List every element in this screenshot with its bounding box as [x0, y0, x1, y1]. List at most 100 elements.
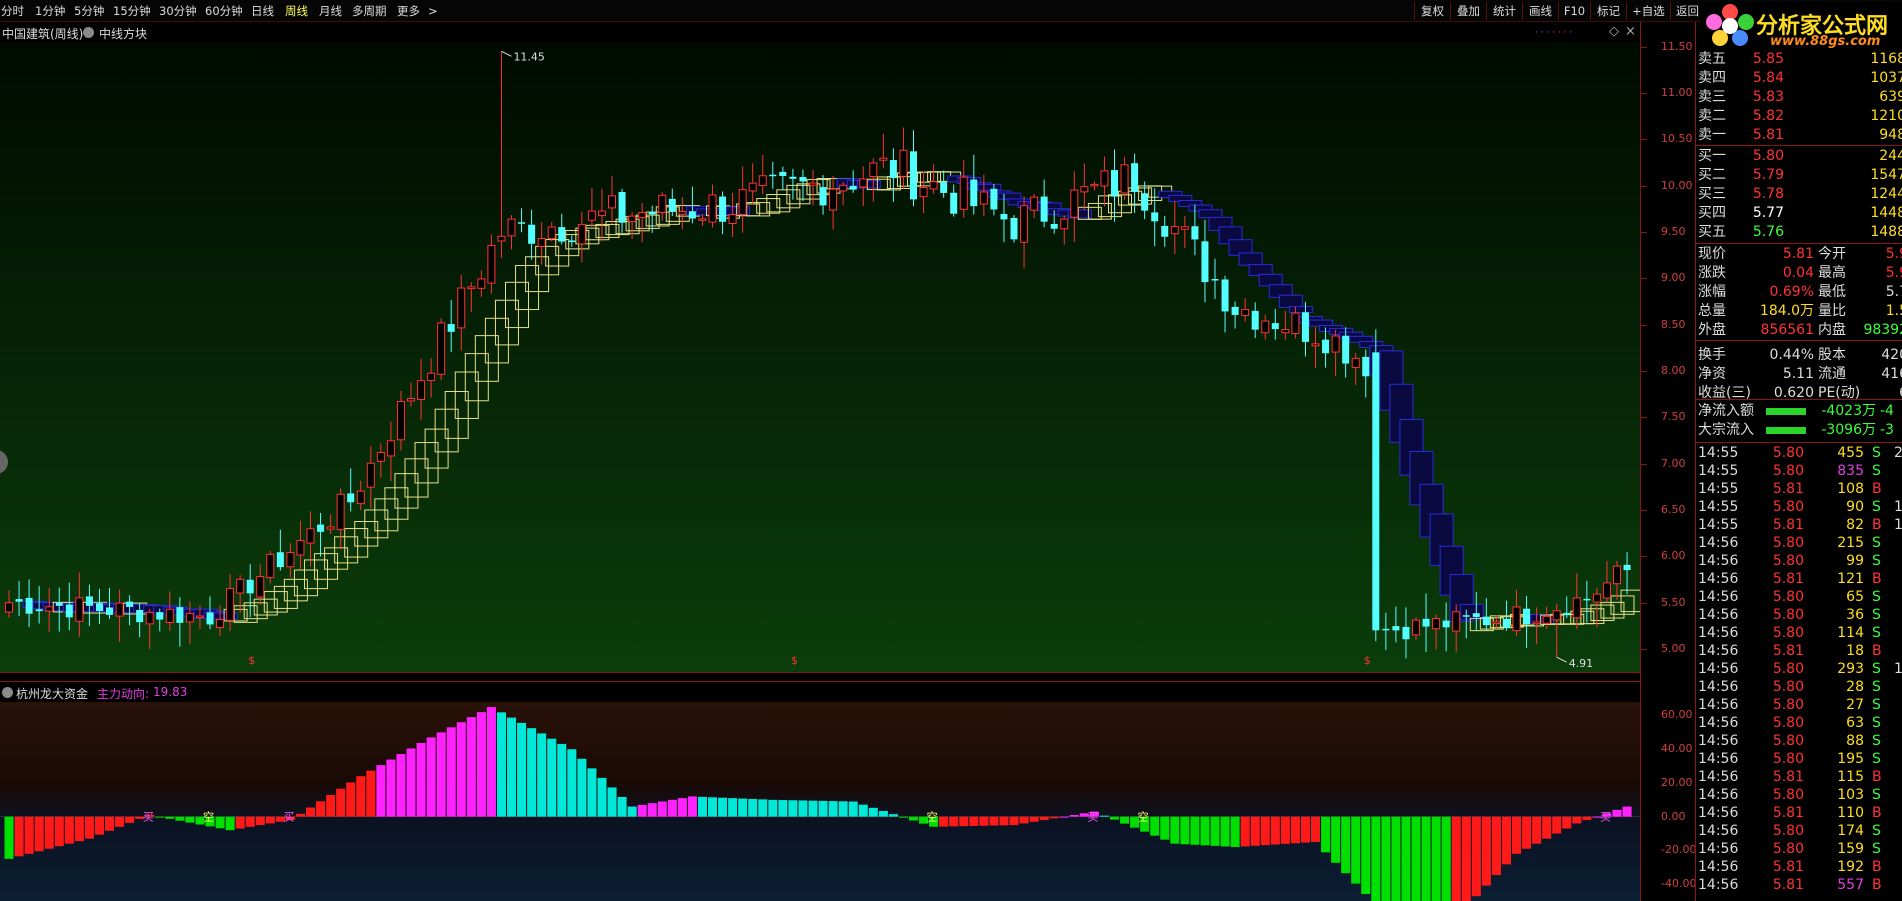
indicator-bar — [426, 737, 436, 817]
level-volume: 1547 — [1870, 167, 1902, 183]
tick-row-1: 14:55 5.80 835 S — [1696, 462, 1902, 481]
toolbar-button-3[interactable]: 画线 — [1522, 2, 1558, 20]
indicator-bar — [1019, 816, 1029, 824]
stat-label: PE(动) — [1818, 385, 1861, 401]
period-tab-8[interactable]: 月线 — [319, 3, 342, 19]
period-tab-10[interactable]: 更多 — [397, 3, 420, 19]
period-tab-9[interactable]: 多周期 — [352, 3, 387, 19]
candle-body — [959, 176, 968, 210]
period-tab-7[interactable]: 周线 — [285, 3, 308, 19]
toolbar-button-1[interactable]: 叠加 — [1450, 2, 1486, 20]
candle-body — [577, 223, 586, 245]
candle-body — [1382, 628, 1390, 631]
indicator-chart[interactable]: 买空买空买空买 — [0, 702, 1640, 901]
period-tab-0[interactable]: 分时 — [1, 3, 24, 19]
candle-body — [849, 185, 857, 190]
low-price-label: 4.91 — [1569, 657, 1594, 670]
period-tab-4[interactable]: 30分钟 — [159, 3, 197, 19]
indicator-bar — [898, 816, 908, 818]
sell-row-3: 卖二 5.82 1210 — [1696, 107, 1902, 126]
candle-body — [356, 490, 365, 505]
indicator-bar — [1150, 816, 1160, 836]
price-tick-label: 10.00 — [1661, 178, 1693, 192]
indicator-bar — [1230, 816, 1240, 848]
level-price: 5.81 — [1752, 127, 1784, 143]
indicator-bar — [215, 816, 225, 829]
tick-side: S — [1872, 535, 1881, 551]
settings-dot-icon[interactable] — [83, 27, 94, 38]
dividend-marker[interactable]: $ — [1364, 654, 1371, 667]
period-tab-6[interactable]: 日线 — [251, 3, 274, 19]
candle-body — [769, 174, 777, 177]
tick-price: 5.81 — [1772, 769, 1804, 785]
period-tab-5[interactable]: 60分钟 — [205, 3, 243, 19]
candlestick-chart[interactable]: 11.45 4.91 $ $ $ — [0, 42, 1654, 672]
indicator-bar — [94, 816, 104, 835]
candle-body — [547, 226, 556, 240]
indicator-dot-icon[interactable] — [2, 687, 13, 698]
stat-label: 内盘 — [1818, 322, 1846, 338]
tick-price: 5.81 — [1772, 571, 1804, 587]
stat-value: 1.5 — [1885, 303, 1902, 319]
candle-body — [1452, 611, 1461, 632]
candle-body — [1120, 164, 1129, 194]
tick-side: S — [1872, 463, 1881, 479]
period-tab-1[interactable]: 1分钟 — [35, 3, 65, 19]
indicator-bar — [587, 768, 597, 817]
toolbar-button-0[interactable]: 复权 — [1414, 2, 1450, 20]
toolbar-button-4[interactable]: F10 — [1558, 2, 1590, 20]
candle-body — [829, 188, 838, 211]
indicator-bar — [1411, 816, 1421, 901]
close-icon[interactable]: × — [1625, 24, 1636, 39]
candle-body — [1000, 213, 1008, 220]
pane-separator — [0, 672, 1640, 682]
indicator-bar — [1250, 816, 1260, 846]
tick-price: 5.80 — [1772, 841, 1804, 857]
tick-row-8: 14:56 5.80 65 S — [1696, 588, 1902, 607]
price-tick-label: 11.00 — [1661, 85, 1693, 99]
candle-body — [1261, 320, 1270, 334]
indicator-bar — [1039, 816, 1049, 821]
indicator-bar — [808, 800, 818, 817]
candle-body — [688, 211, 696, 219]
tick-volume: 195 — [1837, 751, 1864, 767]
level-label: 买三 — [1698, 186, 1726, 202]
indicator-bar — [627, 806, 637, 817]
signal-marker: 空 — [203, 810, 214, 824]
period-tab-2[interactable]: 5分钟 — [74, 3, 104, 19]
candle-body — [296, 540, 305, 556]
more-arrow-icon[interactable]: > — [428, 3, 438, 19]
indicator-bar — [979, 816, 989, 826]
toolbar-button-5[interactable]: 标记 — [1590, 2, 1626, 20]
toolbar-button-7[interactable]: 返回 — [1670, 2, 1704, 20]
stock-title: 中国建筑(周线) — [2, 27, 84, 41]
candle-body — [1472, 613, 1480, 617]
indicator-bar — [356, 776, 366, 817]
tick-price: 5.80 — [1772, 733, 1804, 749]
period-tab-3[interactable]: 15分钟 — [113, 3, 151, 19]
toolbar-button-6[interactable]: +自选 — [1626, 2, 1670, 20]
chart-header: 中国建筑(周线) 中线方块 · · · · · · · ◇ × — [0, 22, 1654, 42]
diamond-icon[interactable]: ◇ — [1609, 24, 1619, 39]
candle-body — [376, 452, 385, 462]
signal-marker: 买 — [283, 811, 294, 824]
indicator-bar — [1290, 816, 1300, 844]
candle-body — [145, 611, 154, 625]
dividend-marker[interactable]: $ — [248, 654, 255, 667]
toolbar-button-2[interactable]: 统计 — [1486, 2, 1522, 20]
dividend-marker[interactable]: $ — [791, 654, 798, 667]
tick-time: 14:56 — [1698, 769, 1739, 785]
indicator-bar — [1522, 816, 1532, 849]
blue-box — [1248, 264, 1273, 276]
indicator-title: 杭州龙大资金 — [16, 687, 89, 701]
tick-time: 14:56 — [1698, 787, 1739, 803]
indicator-bar — [175, 816, 185, 821]
tick-volume: 90 — [1846, 499, 1864, 515]
level-price: 5.79 — [1752, 167, 1784, 183]
stat-value: 0.04 — [1782, 265, 1814, 281]
tick-row-20: 14:56 5.81 110 B — [1696, 804, 1902, 823]
indicator-bar — [577, 758, 587, 817]
tick-time: 14:56 — [1698, 859, 1739, 875]
stat-label: 外盘 — [1698, 322, 1726, 338]
indicator-bar — [738, 798, 748, 817]
